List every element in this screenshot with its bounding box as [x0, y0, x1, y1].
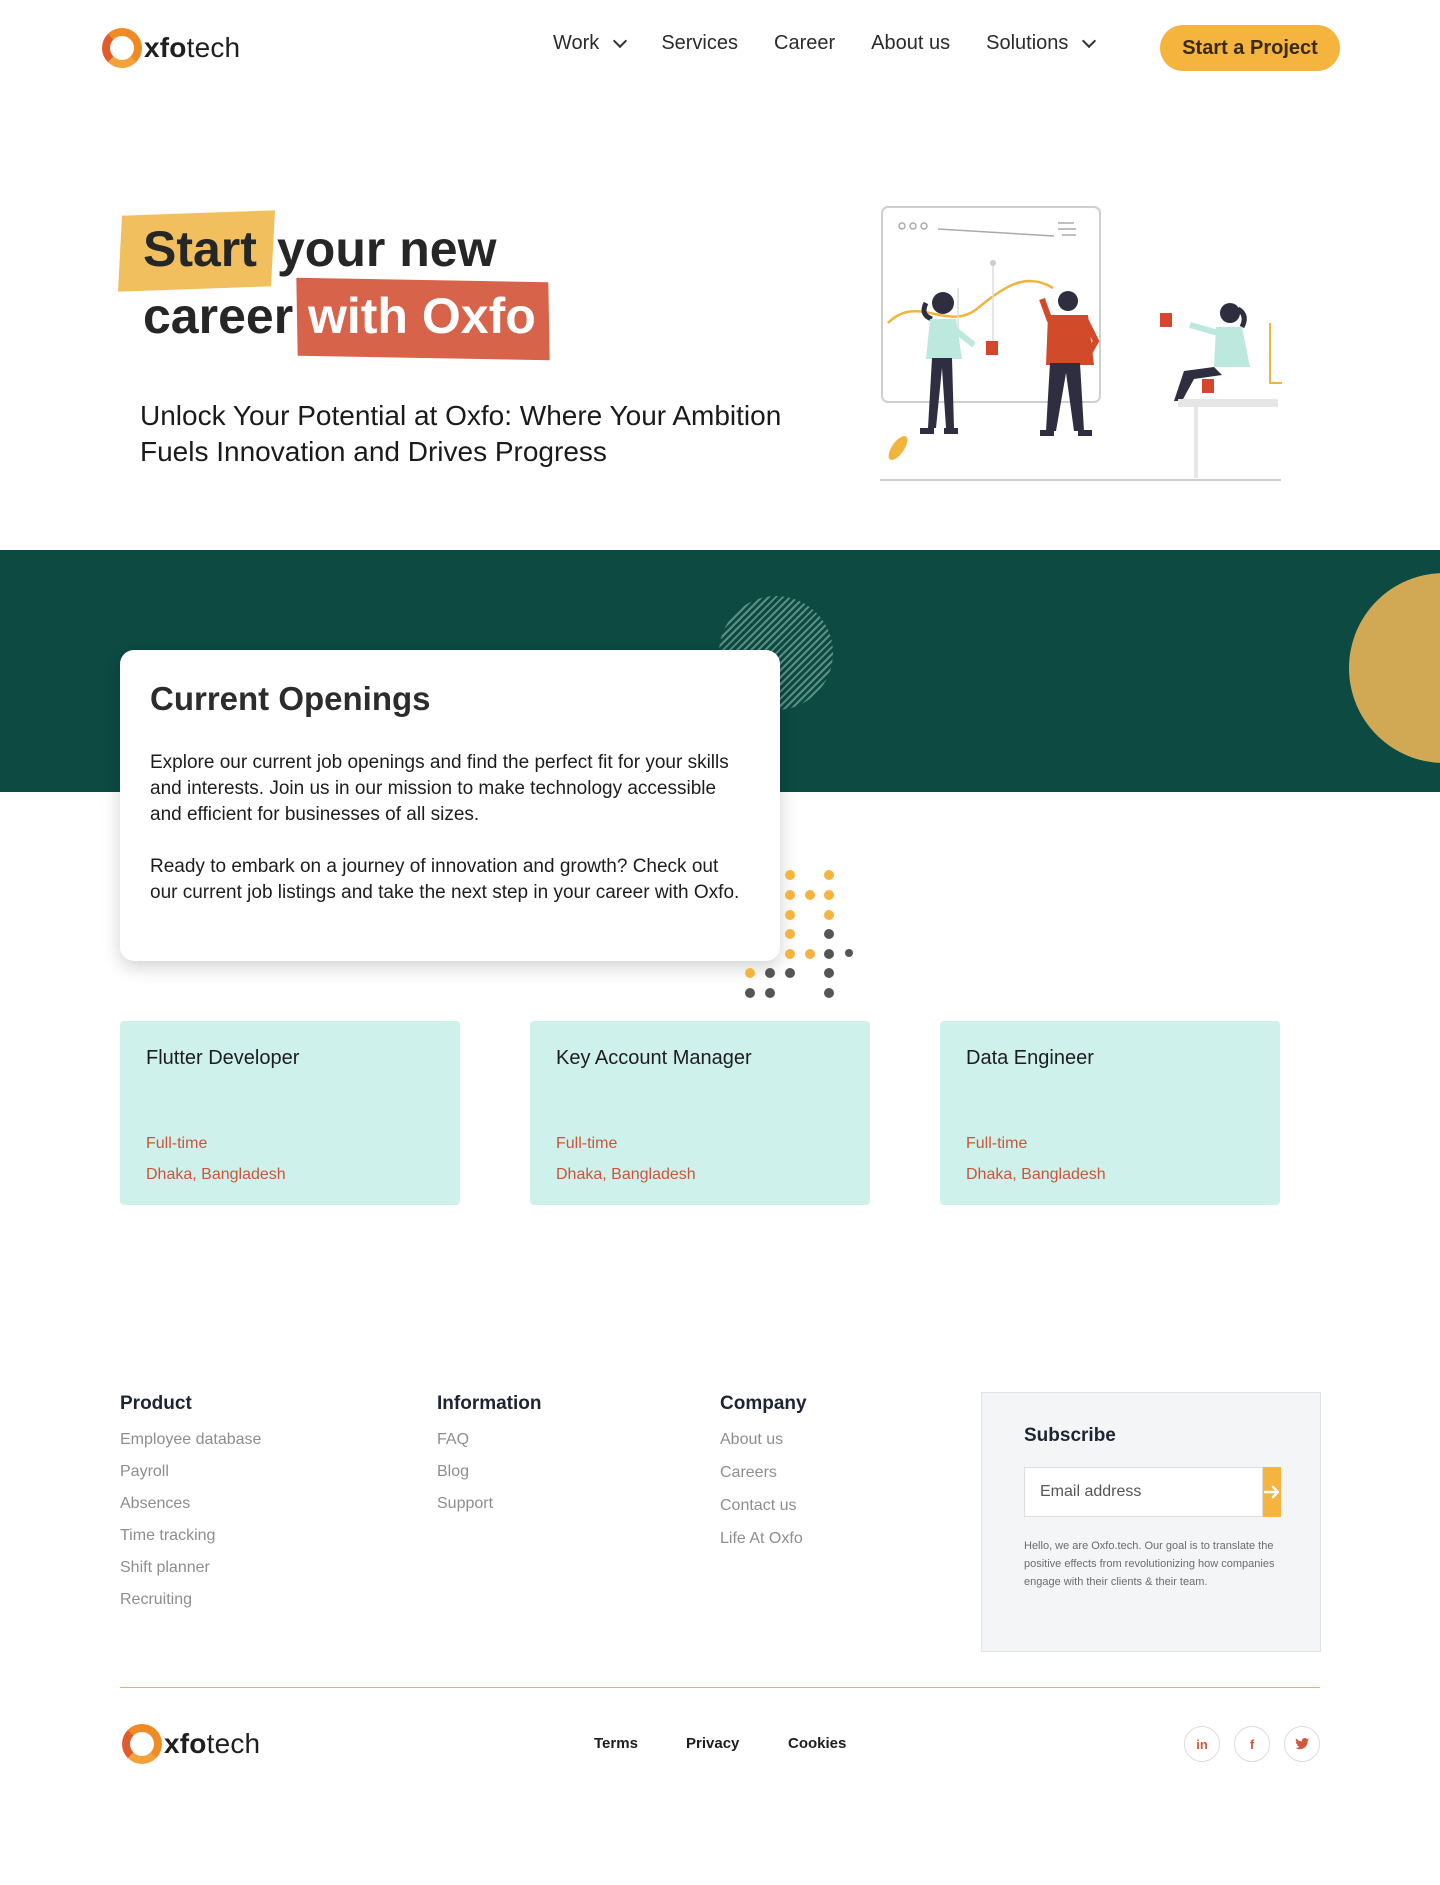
- hero-title-mid: your new: [277, 221, 497, 277]
- gold-circle-decoration: [1349, 573, 1440, 763]
- subscribe-heading: Subscribe: [1024, 1425, 1116, 1446]
- footer-link-careers[interactable]: Careers: [720, 1464, 807, 1482]
- job-title: Data Engineer: [966, 1047, 1094, 1069]
- footer-link-shift-planner[interactable]: Shift planner: [120, 1559, 261, 1577]
- hero-title-career: career: [143, 288, 294, 344]
- email-input[interactable]: [1024, 1467, 1263, 1517]
- nav-work[interactable]: Work: [553, 32, 628, 55]
- footer-link-recruiting[interactable]: Recruiting: [120, 1591, 261, 1609]
- nav-services[interactable]: Services: [661, 32, 738, 55]
- hero-subtitle: Unlock Your Potential at Oxfo: Where You…: [140, 400, 782, 467]
- footer-link-privacy[interactable]: Privacy: [686, 1735, 739, 1752]
- footer-link-time-tracking[interactable]: Time tracking: [120, 1527, 261, 1545]
- team-whiteboard-illustration: [880, 206, 1282, 481]
- hero-title: Start your new career with Oxfo: [118, 210, 580, 370]
- logo-ring-icon: [102, 28, 142, 68]
- footer-company-column: Company About us Careers Contact us Life…: [720, 1393, 807, 1562]
- site-header: xfotech Work Services Career About us So…: [0, 0, 1440, 98]
- footer-company-heading: Company: [720, 1393, 807, 1414]
- openings-heading: Current Openings: [150, 680, 431, 717]
- footer-divider: [120, 1687, 1320, 1688]
- footer-link-life-at-oxfo[interactable]: Life At Oxfo: [720, 1530, 807, 1548]
- job-type: Full-time: [556, 1135, 618, 1152]
- chevron-down-icon: [613, 33, 628, 48]
- footer-information-heading: Information: [437, 1393, 542, 1414]
- subscribe-box: Subscribe Hello, we are Oxfo.tech. Our g…: [981, 1392, 1321, 1652]
- footer-information-column: Information FAQ Blog Support: [437, 1393, 542, 1527]
- nav-about-us[interactable]: About us: [871, 32, 950, 55]
- main-nav: Work Services Career About us Solutions: [553, 32, 1130, 55]
- job-location: Dhaka, Bangladesh: [556, 1166, 696, 1183]
- job-card-data-engineer[interactable]: Data Engineer Full-time Dhaka, Banglades…: [940, 1021, 1280, 1205]
- nav-solutions[interactable]: Solutions: [986, 32, 1097, 55]
- footer-link-absences[interactable]: Absences: [120, 1495, 261, 1513]
- logo[interactable]: xfotech: [102, 28, 240, 68]
- footer-link-support[interactable]: Support: [437, 1495, 542, 1513]
- twitter-icon[interactable]: [1284, 1726, 1320, 1762]
- logo-wordmark: xfotech: [144, 32, 241, 63]
- openings-paragraph-2: Ready to embark on a journey of innovati…: [150, 856, 740, 903]
- footer-link-cookies[interactable]: Cookies: [788, 1735, 846, 1752]
- footer-logo[interactable]: xfotech: [122, 1724, 260, 1764]
- facebook-icon[interactable]: f: [1234, 1726, 1270, 1762]
- openings-paragraph-1: Explore our current job openings and fin…: [150, 752, 729, 825]
- linkedin-icon[interactable]: in: [1184, 1726, 1220, 1762]
- job-card-flutter-developer[interactable]: Flutter Developer Full-time Dhaka, Bangl…: [120, 1021, 460, 1205]
- subscribe-submit-button[interactable]: [1263, 1467, 1281, 1517]
- twitter-bird-icon: [1295, 1738, 1309, 1750]
- job-title: Key Account Manager: [556, 1047, 752, 1069]
- subscribe-form: [1024, 1467, 1281, 1517]
- logo-ring-icon: [122, 1724, 162, 1764]
- job-type: Full-time: [146, 1135, 208, 1152]
- footer-link-faq[interactable]: FAQ: [437, 1431, 542, 1449]
- current-openings-card: Current Openings Explore our current job…: [120, 650, 780, 961]
- job-title: Flutter Developer: [146, 1047, 300, 1069]
- footer-link-employee-database[interactable]: Employee database: [120, 1431, 261, 1449]
- dot-grid-decoration: [740, 862, 860, 1002]
- footer-link-contact-us[interactable]: Contact us: [720, 1497, 807, 1515]
- footer-product-column: Product Employee database Payroll Absenc…: [120, 1393, 261, 1623]
- nav-career[interactable]: Career: [774, 32, 835, 55]
- logo-wordmark: xfotech: [164, 1728, 261, 1759]
- job-location: Dhaka, Bangladesh: [966, 1166, 1106, 1183]
- job-type: Full-time: [966, 1135, 1028, 1152]
- chevron-down-icon: [1082, 33, 1097, 48]
- subscribe-description: Hello, we are Oxfo.tech. Our goal is to …: [1024, 1540, 1275, 1588]
- start-project-button[interactable]: Start a Project: [1160, 25, 1340, 71]
- footer-link-about-us[interactable]: About us: [720, 1431, 807, 1449]
- arrow-right-icon: [1263, 1485, 1280, 1499]
- hero-title-highlight: with Oxfo: [308, 288, 536, 344]
- footer-product-heading: Product: [120, 1393, 192, 1414]
- hero-title-start: Start: [143, 221, 257, 277]
- footer-link-terms[interactable]: Terms: [594, 1735, 638, 1752]
- job-card-key-account-manager[interactable]: Key Account Manager Full-time Dhaka, Ban…: [530, 1021, 870, 1205]
- footer-link-blog[interactable]: Blog: [437, 1463, 542, 1481]
- job-location: Dhaka, Bangladesh: [146, 1166, 286, 1183]
- footer-link-payroll[interactable]: Payroll: [120, 1463, 261, 1481]
